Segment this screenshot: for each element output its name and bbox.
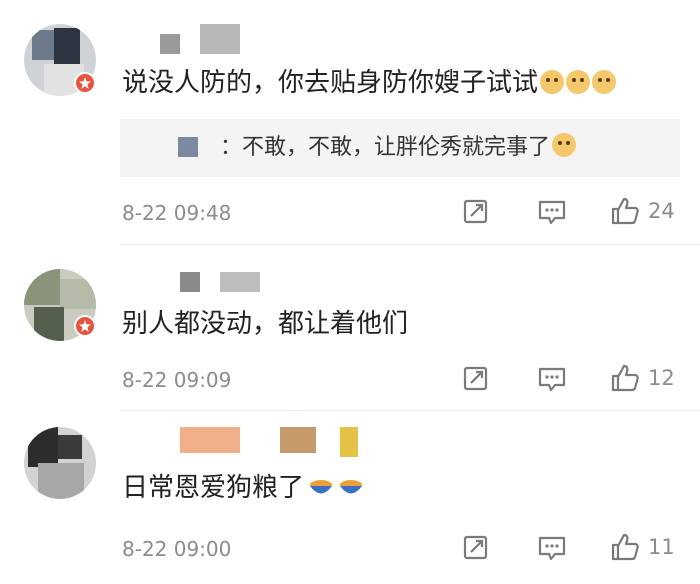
reply-button[interactable] — [537, 365, 567, 393]
doge-emoji-icon — [592, 70, 617, 94]
comment-text: 日常恩爱狗粮了 — [122, 471, 364, 505]
comment-text: 别人都没动，都让着他们 — [122, 309, 409, 339]
doge-emoji-icon — [566, 70, 591, 94]
reply-text: ：不敢，不敢，让胖伦秀就完事了 — [220, 131, 577, 165]
reply-comment-icon — [538, 367, 566, 392]
doge-emoji-icon — [540, 70, 565, 94]
repost-icon — [463, 366, 488, 391]
reply-comment-icon — [538, 200, 566, 225]
repost-icon — [463, 535, 488, 560]
thumbs-up-icon — [611, 533, 639, 561]
verified-badge-icon — [74, 72, 96, 94]
reply-button[interactable] — [537, 534, 567, 562]
reply-preview[interactable]: ：不敢，不敢，让胖伦秀就完事了 — [120, 119, 680, 177]
like-button[interactable]: 24 — [610, 196, 675, 226]
comment-timestamp: 8-22 09:00 — [122, 537, 232, 561]
comment-item: 别人都没动，都让着他们 8-22 09:09 12 — [0, 245, 700, 411]
doge-emoji-icon — [552, 133, 577, 157]
comment-item: 说没人防的，你去贴身防你嫂子试试 ：不敢，不敢，让胖伦秀就完事了 8-22 09… — [0, 0, 700, 245]
comment-item: 日常恩爱狗粮了 8-22 09:00 11 — [0, 411, 700, 584]
like-count: 11 — [648, 535, 675, 559]
repost-icon — [463, 199, 488, 224]
repost-button[interactable] — [462, 533, 490, 561]
comment-timestamp: 8-22 09:48 — [122, 201, 232, 225]
dog-food-bowl-emoji-icon — [308, 474, 334, 496]
reply-comment-icon — [538, 536, 566, 561]
user-avatar[interactable] — [24, 427, 96, 499]
comment-text: 说没人防的，你去贴身防你嫂子试试 — [122, 66, 617, 100]
like-button[interactable]: 11 — [610, 532, 675, 562]
thumbs-up-icon — [611, 364, 639, 392]
like-count: 12 — [648, 366, 675, 390]
comment-timestamp: 8-22 09:09 — [122, 368, 232, 392]
like-button[interactable]: 12 — [610, 363, 675, 393]
reply-button[interactable] — [537, 198, 567, 226]
repost-button[interactable] — [462, 197, 490, 225]
dog-food-bowl-emoji-icon — [338, 474, 364, 496]
thumbs-up-icon — [611, 197, 639, 225]
verified-badge-icon — [74, 315, 96, 337]
like-count: 24 — [648, 199, 675, 223]
repost-button[interactable] — [462, 364, 490, 392]
